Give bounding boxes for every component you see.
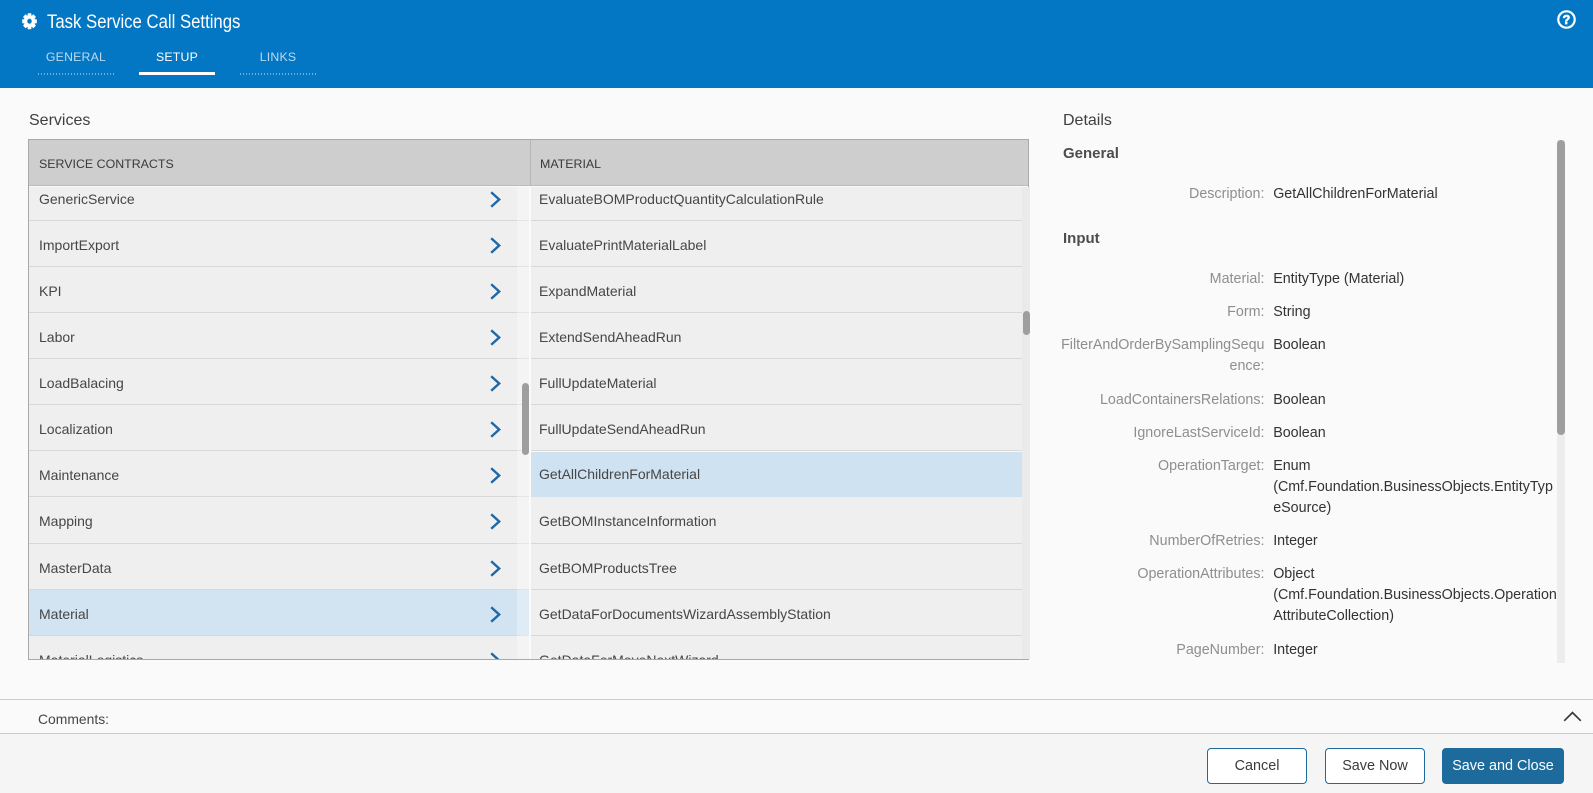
svg-text:?: ? xyxy=(1563,13,1571,27)
